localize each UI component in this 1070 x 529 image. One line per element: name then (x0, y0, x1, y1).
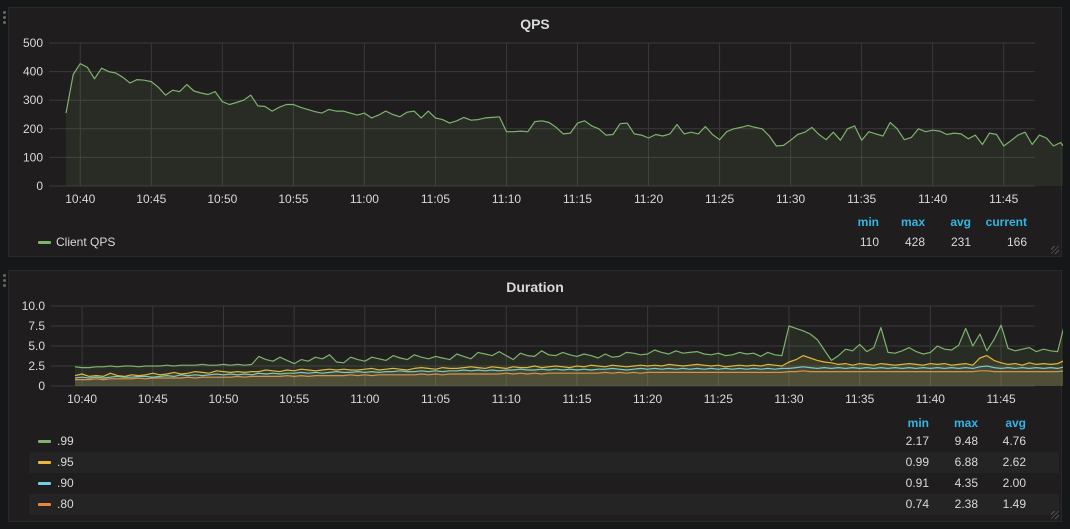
qps-panel: QPS 0 100 200 300 400 500 10:40 10:45 10:50 10:55… (3, 7, 1063, 257)
y-tick-label: 400 (23, 65, 43, 79)
y-tick-label: 100 (23, 150, 43, 164)
x-tick-label: 11:35 (845, 392, 874, 406)
legend-row: .80 0.74 2.38 1.49 (29, 494, 1059, 515)
legend-value-avg: 2.62 (1002, 455, 1026, 469)
x-tick-label: 11:45 (989, 192, 1018, 206)
legend-value-max: 2.38 (954, 497, 978, 511)
drag-handle-icon[interactable] (3, 11, 7, 26)
legend-value-min: 2.17 (905, 434, 929, 448)
legend-value-avg: 1.49 (1002, 497, 1026, 511)
x-tick-label: 11:15 (563, 192, 592, 206)
legend-value-max: 9.48 (954, 434, 978, 448)
legend-value-max: 4.35 (954, 476, 978, 490)
x-tick-label: 10:40 (67, 392, 97, 406)
x-tick-label: 11:10 (492, 192, 521, 206)
legend-swatch (38, 241, 51, 244)
drag-handle-icon[interactable] (3, 274, 7, 289)
x-tick-label: 11:40 (916, 392, 945, 406)
legend-header-current[interactable]: current (971, 215, 1027, 229)
legend-value-min: 0.91 (905, 476, 929, 490)
x-tick-label: 11:20 (634, 192, 663, 206)
series-area (66, 63, 1063, 186)
legend-value-min: 0.99 (905, 455, 929, 469)
legend-value-max: 428 (904, 235, 925, 249)
legend-series-name[interactable]: .90 (57, 476, 74, 490)
legend-header-min[interactable]: min (883, 416, 929, 430)
legend-header-max[interactable]: max (929, 416, 978, 430)
resize-handle-icon[interactable] (1051, 246, 1059, 254)
x-tick-label: 11:15 (562, 392, 591, 406)
x-tick-label: 11:10 (492, 392, 521, 406)
x-tick-label: 11:05 (421, 392, 450, 406)
y-tick-label: 0 (38, 379, 45, 393)
x-tick-label: 11:30 (774, 392, 803, 406)
x-tick-label: 11:20 (633, 392, 662, 406)
legend-header-avg[interactable]: avg (978, 416, 1026, 430)
legend-value-avg: 4.76 (1002, 434, 1026, 448)
legend-swatch (38, 503, 51, 506)
legend-header-min[interactable]: min (835, 215, 879, 229)
x-tick-label: 10:50 (207, 192, 237, 206)
x-tick-label: 10:55 (279, 392, 309, 406)
x-tick-label: 11:25 (704, 392, 733, 406)
legend-header-avg[interactable]: avg (925, 215, 971, 229)
y-tick-label: 300 (23, 93, 43, 107)
y-tick-label: 2.5 (28, 359, 45, 373)
x-tick-label: 11:00 (350, 392, 379, 406)
legend-series-name[interactable]: Client QPS (56, 235, 115, 249)
x-tick-label: 10:50 (208, 392, 238, 406)
legend-swatch (38, 461, 51, 464)
legend-series-name[interactable]: .80 (57, 497, 74, 511)
legend-swatch (38, 482, 51, 485)
x-tick-label: 10:45 (138, 392, 168, 406)
x-tick-label: 11:30 (776, 192, 805, 206)
legend-row: .99 2.17 9.48 4.76 (29, 431, 1059, 452)
legend-value-avg: 231 (950, 235, 971, 249)
legend-swatch (38, 440, 51, 443)
resize-handle-icon[interactable] (1051, 511, 1059, 519)
y-tick-label: 0 (36, 179, 43, 193)
x-tick-label: 11:45 (986, 392, 1015, 406)
y-tick-label: 10.0 (22, 299, 46, 313)
legend-header-max[interactable]: max (879, 215, 925, 229)
legend-value-avg: 2.00 (1002, 476, 1026, 490)
legend-row: .90 0.91 4.35 2.00 (29, 473, 1059, 494)
legend-row: .95 0.99 6.88 2.62 (29, 452, 1059, 473)
y-tick-label: 7.5 (28, 319, 45, 333)
y-tick-label: 5.0 (28, 339, 45, 353)
duration-panel: Duration 0 2.5 5.0 7.5 10.0 10:40 10:45 10:50 10… (3, 270, 1063, 522)
legend-value-min: 110 (859, 235, 879, 249)
x-tick-label: 10:45 (136, 192, 166, 206)
legend-value-max: 6.88 (954, 455, 978, 469)
legend-value-min: 0.74 (905, 497, 929, 511)
legend-value-current: 166 (1006, 235, 1027, 249)
x-tick-label: 11:25 (705, 192, 734, 206)
y-tick-label: 200 (23, 122, 43, 136)
legend-series-name[interactable]: .95 (57, 455, 74, 469)
x-tick-label: 11:00 (350, 192, 379, 206)
x-tick-label: 11:40 (918, 192, 947, 206)
y-tick-label: 500 (23, 36, 43, 50)
x-tick-label: 10:55 (278, 192, 308, 206)
legend-series-name[interactable]: .99 (57, 434, 74, 448)
x-tick-label: 11:35 (847, 192, 876, 206)
x-tick-label: 10:40 (65, 192, 95, 206)
x-tick-label: 11:05 (421, 192, 450, 206)
